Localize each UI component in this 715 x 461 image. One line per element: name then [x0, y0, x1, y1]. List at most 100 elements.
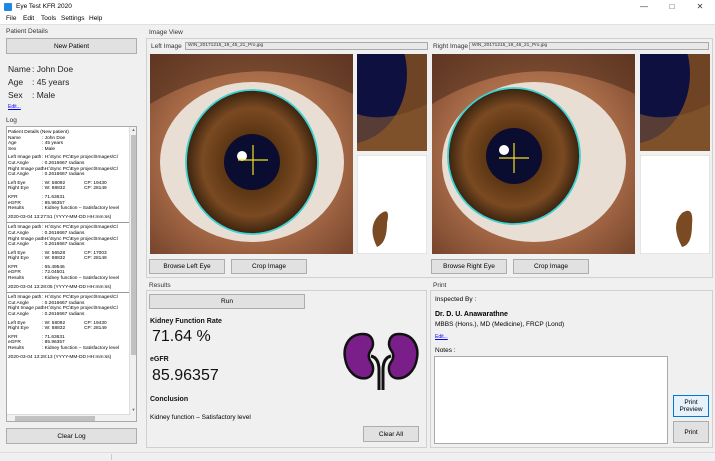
- log-key: Cut Angle: [8, 242, 29, 248]
- log-value: : W: 88832: [42, 256, 66, 262]
- scroll-down-icon[interactable]: ▼: [131, 407, 136, 413]
- log-separator: [7, 222, 131, 224]
- log-textbox[interactable]: Patient Details (New patient) Name: John …: [6, 126, 137, 422]
- log-horizontal-scrollbar[interactable]: [7, 414, 131, 421]
- log-hscroll-thumb[interactable]: [15, 416, 95, 421]
- log-key: Results: [8, 346, 24, 351]
- log-extra: CP: 28149: [84, 186, 107, 192]
- menu-tools[interactable]: Tools: [41, 15, 56, 22]
- kfr-label: Kidney Function Rate: [150, 318, 222, 325]
- left-image-path[interactable]: WIN_20171215_19_45_21_Pro.jpg: [185, 42, 428, 50]
- log-extra: CP: 28149: [84, 326, 107, 332]
- log-line: 2020-03-04 13:28:13 (YYYY-MM-DD HH:mm:ss…: [7, 355, 131, 361]
- image-view-section-title: Image View: [149, 29, 183, 36]
- log-line: 2020-03-04 13:28:05 (YYYY-MM-DD HH:mm:ss…: [7, 285, 131, 291]
- right-image-path[interactable]: WIN_20171215_19_46_21_Pro.jpg: [469, 42, 709, 50]
- menu-settings[interactable]: Settings: [61, 15, 85, 22]
- name-label: Name: [8, 64, 31, 74]
- crop-right-image-button[interactable]: Crop Image: [513, 259, 589, 274]
- print-preview-button[interactable]: Print Preview: [673, 395, 709, 417]
- log-key: 2020-03-04 13:28:05 (YYYY-MM-DD HH:mm:ss…: [8, 284, 112, 290]
- log-line: Results : Kidney function – Satisfactory …: [7, 346, 131, 352]
- doctor-name: Dr. D. U. Anawarathne: [435, 311, 508, 318]
- log-scroll-thumb[interactable]: [131, 135, 136, 355]
- doctor-edit-link[interactable]: Edit...: [435, 334, 448, 340]
- log-key: Cut Angle: [8, 172, 29, 178]
- patient-edit-link[interactable]: Edit...: [8, 104, 21, 110]
- log-key: Right Eye: [8, 326, 29, 332]
- status-panel: [0, 454, 112, 460]
- crop-left-image-button[interactable]: Crop Image: [231, 259, 307, 274]
- scroll-up-icon[interactable]: ▲: [131, 127, 136, 133]
- menu-bar: File Edit Tools Settings Help: [0, 14, 715, 25]
- log-section-title: Log: [6, 117, 17, 124]
- log-value: : Kidney function – Satisfactory level: [42, 206, 120, 212]
- sex-label: Sex: [8, 90, 23, 100]
- log-key: Right Eye: [8, 256, 29, 262]
- clear-log-button[interactable]: Clear Log: [6, 428, 137, 444]
- log-line: 2020-03-04 13:27:51 (YYYY-MM-DD HH:mm:ss…: [7, 215, 131, 221]
- right-eye-crop-preview: [640, 54, 710, 151]
- right-image-label: Right Image: [433, 43, 469, 50]
- log-key: 2020-03-04 13:27:51 (YYYY-MM-DD HH:mm:ss…: [8, 214, 112, 220]
- left-eye-crop-preview: [357, 54, 427, 151]
- print-button[interactable]: Print: [673, 421, 709, 443]
- log-extra: CP: 28149: [84, 256, 107, 262]
- app-icon: [4, 3, 12, 11]
- new-patient-button[interactable]: New Patient: [6, 38, 137, 54]
- age-value: : 45 years: [32, 77, 70, 87]
- log-line: Results : Kidney function – Satisfactory …: [7, 206, 131, 212]
- age-label: Age: [8, 77, 24, 87]
- left-image-label: Left Image: [151, 43, 182, 50]
- log-vertical-scrollbar[interactable]: ▲ ▼: [129, 127, 136, 421]
- log-value: : Kidney function – Satisfactory level: [42, 346, 120, 351]
- browse-left-eye-button[interactable]: Browse Left Eye: [149, 259, 225, 274]
- notes-textarea[interactable]: [434, 356, 668, 444]
- log-value: : Male: [42, 146, 56, 152]
- egfr-label: eGFR: [150, 356, 169, 363]
- doctor-qualifications: MBBS (Hons.), MD (Medicine), FRCP (Lond): [435, 321, 565, 328]
- menu-file[interactable]: File: [6, 15, 16, 22]
- right-eye-image[interactable]: [432, 54, 635, 254]
- patient-section-title: Patient Details: [6, 28, 48, 35]
- menu-edit[interactable]: Edit: [23, 15, 34, 22]
- kidney-icon: [343, 332, 419, 390]
- log-key: Sex: [8, 146, 17, 152]
- conclusion-value: Kidney function – Satisfactory level: [150, 414, 251, 421]
- log-value: : W: 88832: [42, 186, 66, 192]
- left-eye-cut-preview: [357, 155, 427, 254]
- log-value: : Kidney function – Satisfactory level: [42, 276, 120, 282]
- window-title: Eye Test KFR 2020: [16, 3, 72, 10]
- log-key: Results: [8, 206, 24, 212]
- log-line: Results : Kidney function – Satisfactory …: [7, 276, 131, 282]
- log-key: Results: [8, 276, 24, 282]
- left-eye-image[interactable]: [150, 54, 353, 254]
- log-value: : 0.2616667 radians: [42, 312, 85, 318]
- run-button[interactable]: Run: [149, 294, 305, 309]
- print-preview-label-1: Print: [684, 399, 698, 406]
- browse-right-eye-button[interactable]: Browse Right Eye: [431, 259, 507, 274]
- name-value: : John Doe: [32, 64, 74, 74]
- conclusion-label: Conclusion: [150, 396, 189, 403]
- clear-all-button[interactable]: Clear All: [363, 426, 419, 442]
- log-key: 2020-03-04 13:28:13 (YYYY-MM-DD HH:mm:ss…: [8, 354, 112, 360]
- log-value: : 0.2616667 radians: [42, 242, 85, 248]
- right-eye-cut-preview: [640, 155, 710, 254]
- print-preview-label-2: Preview: [679, 406, 703, 413]
- log-value: : 0.2616667 radians: [42, 172, 85, 178]
- menu-help[interactable]: Help: [89, 15, 102, 22]
- results-section-title: Results: [149, 282, 171, 289]
- title-bar: Eye Test KFR 2020 — □ ✕: [0, 0, 715, 14]
- log-value: : W: 88832: [42, 326, 66, 332]
- minimize-icon[interactable]: —: [630, 0, 658, 14]
- close-icon[interactable]: ✕: [686, 0, 714, 14]
- print-section-title: Print: [433, 282, 447, 289]
- kfr-value: 71.64 %: [152, 328, 211, 345]
- maximize-icon[interactable]: □: [658, 0, 686, 14]
- sex-value: : Male: [32, 90, 56, 100]
- log-key: Cut Angle: [8, 312, 29, 318]
- notes-label: Notes :: [435, 347, 456, 354]
- inspected-by-label: Inspected By :: [435, 296, 477, 303]
- egfr-value: 85.96357: [152, 367, 219, 384]
- status-bar: [0, 452, 715, 461]
